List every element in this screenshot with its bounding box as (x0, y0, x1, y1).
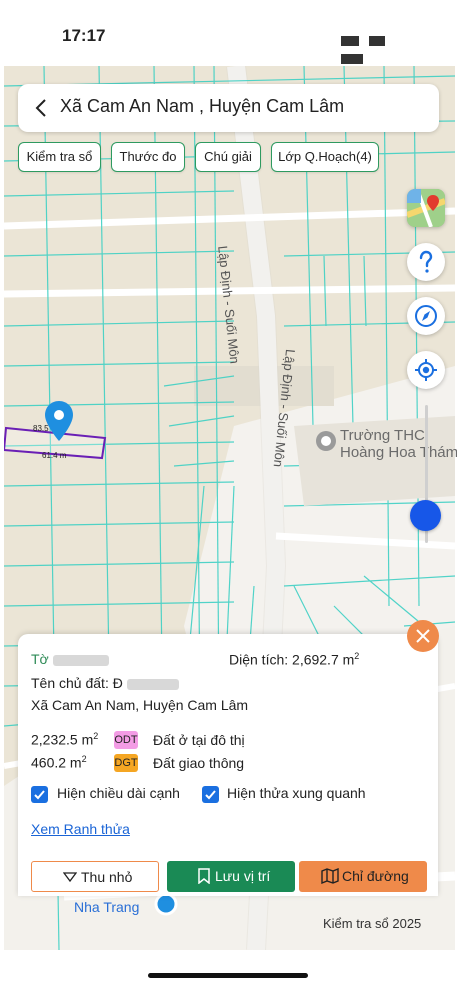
parcel-edge-label: 61.4 m (42, 451, 67, 460)
watermark-label: Kiểm tra sổ 2025 (323, 916, 422, 931)
directions-button[interactable]: Chỉ đường (299, 861, 427, 892)
land-use-area: 2,232.5 m2 (31, 731, 98, 748)
parcel-address: Xã Cam An Nam, Huyện Cam Lâm (31, 697, 249, 713)
area-text: Diện tích: 2,692.7 m (229, 651, 355, 668)
map-place-label: Nha Trang (74, 899, 140, 915)
poi-label-school-name: Hoàng Hoa Thám (340, 444, 457, 461)
area-label: Diện tích: 2,692.7 m2 (229, 651, 359, 668)
show-neighbors-checkbox[interactable] (202, 786, 219, 803)
checkmark-icon (34, 790, 45, 800)
crosshair-icon (415, 359, 437, 381)
map-icon (321, 868, 339, 884)
sheet-label: Tờ (31, 651, 109, 667)
map-type-icon[interactable] (407, 189, 445, 227)
parcel-info-panel: Tờ Diện tích: 2,692.7 m2 Tên chủ đất: Đ … (18, 634, 438, 896)
check-book-chip[interactable]: Kiểm tra sổ (18, 142, 101, 172)
view-boundary-link[interactable]: Xem Ranh thửa (31, 821, 130, 837)
home-indicator[interactable] (148, 973, 308, 978)
land-use-area-text: 2,232.5 m (31, 731, 94, 748)
land-use-area-sup: 2 (81, 754, 87, 764)
save-location-label: Lưu vị trí (215, 868, 271, 884)
shrink-button[interactable]: Thu nhỏ (31, 861, 159, 892)
wifi-icon (369, 36, 386, 46)
sheet-label-text: Tờ (31, 651, 49, 667)
area-unit-sup: 2 (354, 651, 360, 661)
battery-icon (341, 54, 363, 64)
land-code-badge: ODT (114, 731, 138, 749)
signal-icon (341, 36, 359, 46)
close-panel-button[interactable] (407, 620, 439, 652)
planning-layers-chip[interactable]: Lớp Q.Hoạch(4) (271, 142, 379, 172)
question-icon (419, 250, 433, 273)
chevron-down-icon (63, 872, 77, 883)
bookmark-icon (198, 868, 210, 884)
legend-chip[interactable]: Chú giải (195, 142, 261, 172)
land-use-area: 460.2 m2 (31, 754, 87, 771)
show-edge-length-label[interactable]: Hiện chiều dài cạnh (57, 785, 180, 801)
land-use-area-text: 460.2 m (31, 754, 82, 771)
location-pin-icon[interactable] (44, 400, 74, 442)
save-location-button[interactable]: Lưu vị trí (167, 861, 295, 892)
page-title: Xã Cam An Nam , Huyện Cam Lâm (60, 96, 345, 116)
owner-text: Tên chủ đất: Đ (31, 675, 123, 691)
land-code-badge: DGT (114, 754, 138, 772)
land-use-name: Đất ở tại đô thị (153, 732, 245, 748)
close-icon (416, 629, 430, 643)
checkmark-icon (205, 790, 216, 800)
ruler-chip[interactable]: Thước đo (111, 142, 185, 172)
compass-button[interactable] (407, 297, 445, 335)
shrink-button-label: Thu nhỏ (81, 869, 133, 885)
status-time: 17:17 (62, 26, 106, 45)
poi-label-school: Trường THC (340, 427, 425, 444)
redacted-sheet-number (52, 654, 109, 666)
owner-label: Tên chủ đất: Đ (31, 675, 179, 691)
redacted-owner-name (126, 678, 179, 690)
status-bar: 17:17 (0, 0, 457, 66)
show-edge-length-checkbox[interactable] (31, 786, 48, 803)
land-use-name: Đất giao thông (153, 755, 245, 771)
phone-screen: 17:17 Lập Định - Suối Môn Lập Định - Suố… (0, 0, 457, 987)
status-icons (341, 28, 411, 64)
directions-label: Chỉ đường (342, 868, 409, 884)
header-bar: Xã Cam An Nam , Huyện Cam Lâm (18, 84, 439, 132)
show-neighbors-label[interactable]: Hiện thửa xung quanh (227, 785, 366, 801)
compass-icon (415, 305, 437, 327)
land-use-area-sup: 2 (93, 731, 99, 741)
my-location-button[interactable] (407, 351, 445, 389)
back-arrow-icon[interactable] (32, 98, 52, 118)
help-button[interactable] (407, 243, 445, 281)
zoom-slider-thumb[interactable] (410, 500, 441, 531)
